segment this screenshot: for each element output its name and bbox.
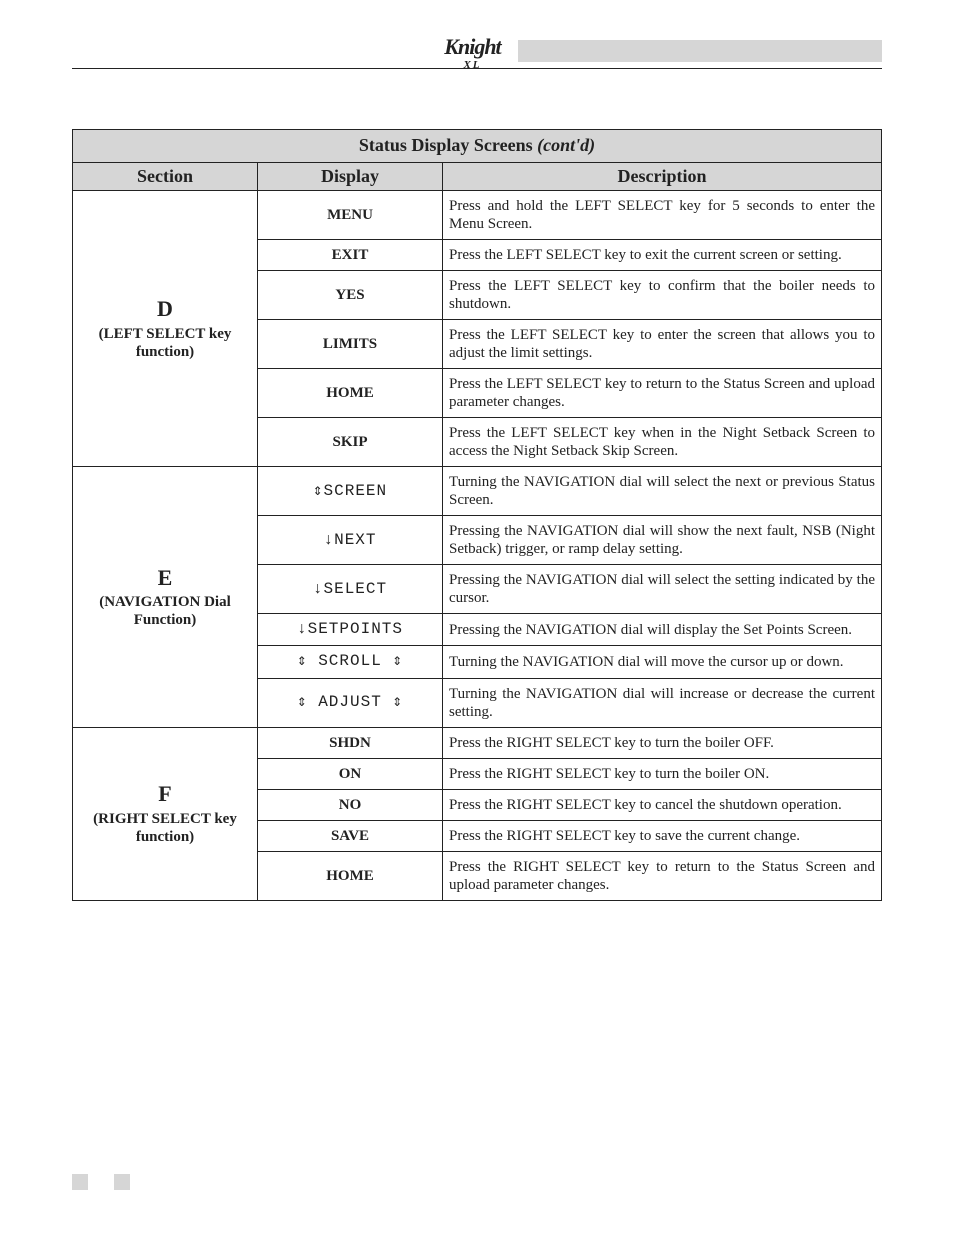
display-cell: ⇕ SCROLL ⇕ — [258, 646, 443, 678]
display-cell: LIMITS — [258, 320, 443, 369]
section-letter: D — [79, 296, 251, 322]
table-title-row: Status Display Screens (cont'd) — [73, 130, 882, 163]
display-cell: SAVE — [258, 820, 443, 851]
status-table: Status Display Screens (cont'd)SectionDi… — [72, 129, 882, 901]
display-cell: ON — [258, 758, 443, 789]
section-cell: F (RIGHT SELECT key function) — [73, 727, 258, 900]
display-cell: SKIP — [258, 418, 443, 467]
description-cell: Pressing the NAVIGATION dial will show t… — [443, 516, 882, 565]
display-cell: SHDN — [258, 727, 443, 758]
section-label: (RIGHT SELECT key function) — [93, 811, 237, 845]
brand-logo: Knight XL — [444, 36, 500, 76]
table-row: E(NAVIGATION Dial Function)⇕SCREENTurnin… — [73, 467, 882, 516]
table-row: F(RIGHT SELECT key function)SHDNPress th… — [73, 727, 882, 758]
description-cell: Pressing the NAVIGATION dial will displa… — [443, 614, 882, 646]
display-cell: ↓SETPOINTS — [258, 614, 443, 646]
footer-squares — [72, 1174, 152, 1195]
section-letter: F — [79, 781, 251, 807]
col-description: Description — [443, 162, 882, 191]
section-label: (LEFT SELECT key function) — [99, 326, 232, 360]
section-letter: E — [79, 565, 251, 591]
description-cell: Press the RIGHT SELECT key to return to … — [443, 851, 882, 900]
description-cell: Press and hold the LEFT SELECT key for 5… — [443, 191, 882, 240]
header-bar: Knight XL — [72, 40, 882, 69]
table-title-cell: Status Display Screens (cont'd) — [73, 130, 882, 163]
description-cell: Turning the NAVIGATION dial will move th… — [443, 646, 882, 678]
footer-square — [72, 1174, 88, 1190]
display-cell: YES — [258, 271, 443, 320]
display-cell: ↓SELECT — [258, 565, 443, 614]
description-cell: Turning the NAVIGATION dial will select … — [443, 467, 882, 516]
footer-square — [114, 1174, 130, 1190]
description-cell: Press the RIGHT SELECT key to turn the b… — [443, 758, 882, 789]
display-cell: HOME — [258, 851, 443, 900]
description-cell: Press the LEFT SELECT key to enter the s… — [443, 320, 882, 369]
description-cell: Press the LEFT SELECT key to return to t… — [443, 369, 882, 418]
description-cell: Press the RIGHT SELECT key to turn the b… — [443, 727, 882, 758]
header-strip — [518, 40, 883, 62]
display-cell: HOME — [258, 369, 443, 418]
description-cell: Press the LEFT SELECT key when in the Ni… — [443, 418, 882, 467]
table-row: D(LEFT SELECT key function)MENUPress and… — [73, 191, 882, 240]
section-cell: E (NAVIGATION Dial Function) — [73, 467, 258, 727]
table-header-row: SectionDisplayDescription — [73, 162, 882, 191]
page: Knight XL Status Display Screens (cont'd… — [0, 0, 954, 1235]
section-cell: D (LEFT SELECT key function) — [73, 191, 258, 467]
display-cell: MENU — [258, 191, 443, 240]
description-cell: Press the RIGHT SELECT key to cancel the… — [443, 789, 882, 820]
display-cell: EXIT — [258, 240, 443, 271]
display-cell: NO — [258, 789, 443, 820]
description-cell: Press the RIGHT SELECT key to save the c… — [443, 820, 882, 851]
display-cell: ⇕SCREEN — [258, 467, 443, 516]
section-label: (NAVIGATION Dial Function) — [99, 594, 231, 628]
description-cell: Press the LEFT SELECT key to exit the cu… — [443, 240, 882, 271]
table-title: Status Display Screens — [359, 135, 537, 155]
display-cell: ⇕ ADJUST ⇕ — [258, 678, 443, 727]
display-cell: ↓NEXT — [258, 516, 443, 565]
col-display: Display — [258, 162, 443, 191]
description-cell: Turning the NAVIGATION dial will increas… — [443, 678, 882, 727]
description-cell: Press the LEFT SELECT key to confirm tha… — [443, 271, 882, 320]
col-section: Section — [73, 162, 258, 191]
table-title-suffix: (cont'd) — [537, 135, 595, 155]
description-cell: Pressing the NAVIGATION dial will select… — [443, 565, 882, 614]
